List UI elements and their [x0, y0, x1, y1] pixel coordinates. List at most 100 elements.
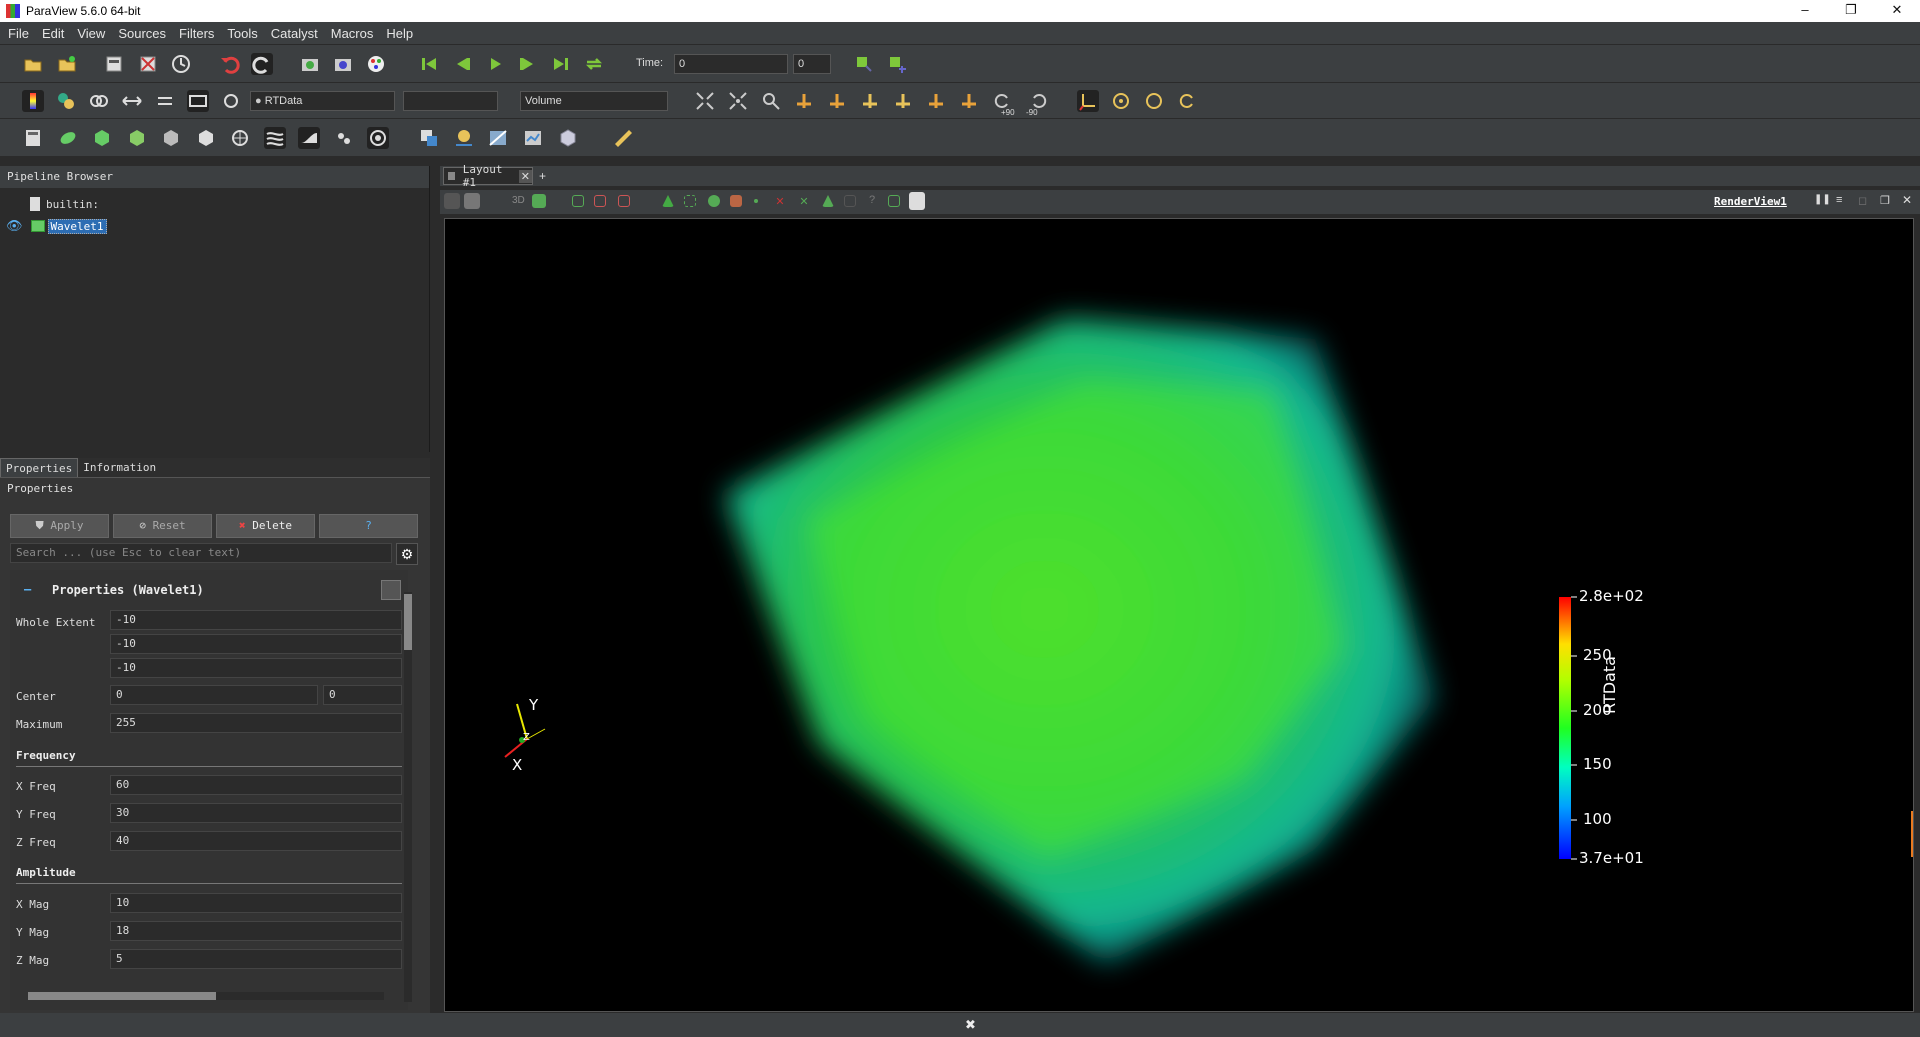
collapse-section-icon[interactable]: — [24, 582, 31, 596]
tab-information[interactable]: Information [78, 458, 161, 477]
visibility-eye-icon[interactable]: 👁 [6, 218, 23, 234]
menu-tools[interactable]: Tools [219, 26, 262, 41]
ruler-icon[interactable] [612, 127, 634, 149]
whole-extent-x-field[interactable]: -10 [110, 610, 402, 630]
menu-catalyst[interactable]: Catalyst [263, 26, 323, 41]
hover-points-icon[interactable] [708, 195, 720, 207]
group-datasets-icon[interactable] [333, 127, 355, 149]
minimize-button[interactable]: – [1782, 0, 1828, 22]
rescale-temporal-range-icon[interactable] [220, 90, 242, 112]
split-vertical-icon[interactable]: ◻ [1858, 194, 1867, 207]
vertical-scrollbar[interactable] [404, 592, 412, 1002]
query-help-icon[interactable]: ? [866, 194, 878, 208]
view-plus-y-icon[interactable] [859, 90, 881, 112]
menu-view[interactable]: View [69, 26, 110, 41]
view-mode-toggle[interactable]: 3D [512, 195, 525, 206]
menu-file[interactable]: File [0, 26, 34, 41]
color-array-select[interactable]: ● RTData [250, 91, 395, 111]
select-frustum-icon[interactable] [618, 195, 630, 207]
representation-select[interactable]: Volume [520, 91, 668, 111]
camera-link-icon[interactable] [464, 193, 480, 209]
tab-layout-1[interactable]: Layout #1 ✕ [443, 163, 533, 189]
add-query-icon[interactable] [886, 53, 908, 75]
x-mag-field[interactable]: 10 [110, 893, 402, 913]
calculator-icon[interactable] [22, 127, 44, 149]
close-layout-icon[interactable]: ✕ [518, 169, 532, 183]
camera-redo-icon[interactable] [332, 53, 354, 75]
edit-selection-icon[interactable] [844, 195, 856, 207]
redo-icon[interactable] [251, 53, 273, 75]
viewport-edge-handle[interactable] [1911, 811, 1913, 857]
last-frame-icon[interactable] [550, 53, 572, 75]
horizontal-scrollbar-thumb[interactable] [28, 992, 216, 1000]
advanced-settings-gear-icon[interactable]: ⚙ [396, 543, 418, 565]
whole-extent-z-field[interactable]: -10 [110, 658, 402, 678]
capture-screenshot-icon[interactable] [444, 193, 460, 209]
close-status-icon[interactable]: ✖ [965, 1017, 976, 1033]
vertical-scrollbar-thumb[interactable] [404, 594, 412, 650]
pipeline-item-wavelet1[interactable]: 👁 Wavelet1 [6, 218, 107, 234]
clear-selection-icon[interactable]: ✕ [798, 195, 810, 208]
add-layout-tab[interactable]: + [539, 169, 546, 183]
connect-server-icon[interactable] [103, 53, 125, 75]
zoom-to-box-icon[interactable] [760, 90, 782, 112]
view-minus-z-icon[interactable] [958, 90, 980, 112]
center-x-field[interactable]: 0 [110, 685, 318, 705]
find-data-view-icon[interactable] [822, 195, 834, 207]
shrink-selection-icon[interactable]: ✕ [774, 195, 786, 208]
split-horizontal-icon[interactable]: ≡ [1836, 194, 1842, 206]
rescale-custom-range-icon[interactable] [154, 90, 176, 112]
whole-extent-y-field[interactable]: -10 [110, 634, 402, 654]
help-button[interactable]: ? [319, 514, 418, 538]
next-frame-icon[interactable] [517, 53, 539, 75]
interactive-select-icon[interactable] [684, 195, 696, 207]
stream-tracer-icon[interactable] [264, 127, 286, 149]
copy-view-icon[interactable] [909, 192, 925, 210]
first-frame-icon[interactable] [418, 53, 440, 75]
camera-undo-icon[interactable] [299, 53, 321, 75]
extract-view-icon[interactable] [888, 195, 900, 207]
y-freq-field[interactable]: 30 [110, 803, 402, 823]
center-y-field[interactable]: 0 [323, 685, 402, 705]
z-freq-field[interactable]: 40 [110, 831, 402, 851]
render-view-viewport[interactable]: Y Z X 2.8e+02 250 200 150 100 3.7e+01 RT… [444, 218, 1914, 1012]
menu-macros[interactable]: Macros [323, 26, 379, 41]
extract-selection-icon[interactable] [418, 127, 440, 149]
timestep-spinbox[interactable]: 0 [793, 54, 831, 74]
select-polygon-icon[interactable] [662, 195, 674, 207]
open-file-icon[interactable] [22, 53, 44, 75]
properties-search-input[interactable]: Search ... (use Esc to clear text) [10, 543, 392, 563]
previous-frame-icon[interactable] [451, 53, 473, 75]
select-points-icon[interactable] [594, 195, 606, 207]
edit-color-map-icon[interactable] [55, 90, 77, 112]
auto-apply-icon[interactable] [170, 53, 192, 75]
view-minus-x-icon[interactable] [826, 90, 848, 112]
x-freq-field[interactable]: 60 [110, 775, 402, 795]
zoom-to-data-icon[interactable] [727, 90, 749, 112]
threshold-icon[interactable] [160, 127, 182, 149]
pipeline-item-builtin[interactable]: builtin: [30, 196, 99, 212]
tab-properties[interactable]: Properties [0, 458, 79, 477]
plot-over-line-icon[interactable] [487, 127, 509, 149]
disconnect-server-icon[interactable] [137, 53, 159, 75]
menu-help[interactable]: Help [378, 26, 418, 41]
pick-center-icon[interactable] [1176, 90, 1198, 112]
grow-selection-icon[interactable] [754, 199, 758, 203]
close-window-button[interactable]: ✕ [1874, 0, 1920, 22]
view-settings-icon[interactable] [532, 194, 546, 208]
extract-level-icon[interactable] [367, 127, 389, 149]
color-component-select[interactable] [403, 91, 498, 111]
z-mag-field[interactable]: 5 [110, 949, 402, 969]
warp-by-vector-icon[interactable] [298, 127, 320, 149]
loop-icon[interactable] [583, 53, 605, 75]
query-icon[interactable] [853, 53, 875, 75]
link-color-map-icon[interactable] [88, 90, 110, 112]
reset-camera-icon[interactable] [694, 90, 716, 112]
cube-source-icon[interactable] [557, 127, 579, 149]
select-cells-icon[interactable] [572, 195, 584, 207]
open-recent-icon[interactable] [56, 53, 78, 75]
slice-icon[interactable] [126, 127, 148, 149]
maximize-button[interactable]: ❐ [1828, 0, 1874, 22]
show-center-icon[interactable] [1110, 90, 1132, 112]
time-input[interactable]: 0 [674, 54, 788, 74]
